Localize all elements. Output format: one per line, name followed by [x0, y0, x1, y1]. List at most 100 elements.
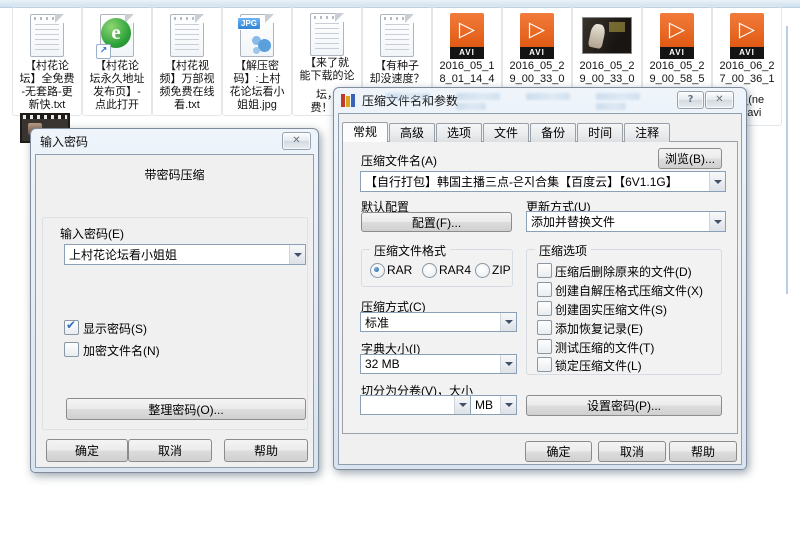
- password-input-label: 输入密码(E): [60, 225, 124, 242]
- help-button[interactable]: 帮助: [224, 439, 308, 462]
- chevron-down-icon[interactable]: [500, 396, 516, 414]
- close-icon[interactable]: ✕: [282, 132, 311, 150]
- close-icon[interactable]: ✕: [705, 91, 734, 109]
- chevron-down-icon[interactable]: [500, 355, 516, 373]
- ok-button[interactable]: 确定: [525, 441, 592, 462]
- play-icon: [520, 13, 554, 47]
- desktop-icon-jpg-password[interactable]: JPG 【解压密码】:上村 花论坛看小姐姐.jpg: [222, 6, 292, 116]
- desktop-icon-txt-video[interactable]: 【村花视频】万部视 频免费在线看.txt: [152, 6, 222, 116]
- help-icon[interactable]: ?: [677, 91, 704, 109]
- play-icon: [450, 13, 484, 47]
- glass-ghost-text: [386, 93, 430, 100]
- radio-rar4[interactable]: [422, 263, 437, 278]
- glass-ghost-text: [596, 103, 626, 110]
- play-icon: [660, 13, 694, 47]
- option-sfx-label[interactable]: 创建自解压格式压缩文件(X): [555, 282, 703, 299]
- split-unit-select[interactable]: MB: [470, 395, 517, 415]
- tab-time[interactable]: 时间: [577, 123, 623, 142]
- archive-dialog-body: 常规 高级 选项 文件 备份 时间 注释 压缩文件名(A) 浏览(B)... 【…: [338, 113, 742, 465]
- avi-file-icon: AVI: [520, 13, 554, 59]
- text-file-icon: [30, 14, 64, 57]
- tab-strip: 常规 高级 选项 文件 备份 时间 注释: [342, 123, 671, 142]
- glass-ghost-text: [526, 93, 570, 100]
- radio-rar-label[interactable]: RAR: [387, 263, 412, 277]
- encrypt-filenames-checkbox[interactable]: [64, 342, 79, 357]
- glass-ghost-text: [596, 93, 640, 100]
- icon-label: 2016_05_29_00_58_5: [649, 60, 704, 86]
- icon-label: 2016_05_18_01_14_4: [439, 60, 494, 86]
- option-sfx-checkbox[interactable]: [537, 282, 552, 297]
- browse-button[interactable]: 浏览(B)...: [658, 148, 722, 169]
- password-dialog-body: 带密码压缩 输入密码(E) 上村花论坛看小姐姐 显示密码(S) 加密文件名(N)…: [35, 154, 314, 468]
- split-size-input[interactable]: [360, 395, 471, 415]
- update-mode-select[interactable]: 添加并替换文件: [526, 211, 726, 232]
- radio-rar[interactable]: [370, 263, 385, 278]
- cancel-button[interactable]: 取消: [128, 439, 212, 462]
- play-icon: [730, 13, 764, 47]
- help-button[interactable]: 帮助: [669, 441, 737, 462]
- tab-advanced[interactable]: 高级: [389, 123, 435, 142]
- profile-button[interactable]: 配置(F)...: [361, 212, 512, 232]
- tab-backup[interactable]: 备份: [530, 123, 576, 142]
- text-file-icon: [380, 14, 414, 57]
- password-dialog-titlebar[interactable]: 输入密码: [31, 129, 318, 154]
- video-thumbnail-icon: [582, 17, 632, 54]
- option-delete-files-label[interactable]: 压缩后删除原来的文件(D): [555, 263, 692, 280]
- option-lock-label[interactable]: 锁定压缩文件(L): [555, 357, 642, 374]
- dictionary-select[interactable]: 32 MB: [360, 354, 517, 374]
- set-password-button[interactable]: 设置密码(P)...: [526, 395, 722, 416]
- ok-button[interactable]: 确定: [46, 439, 128, 462]
- text-file-icon: [170, 14, 204, 57]
- winrar-icon: [341, 94, 357, 107]
- icon-label: 【村花视频】万部视 频免费在线看.txt: [160, 60, 215, 112]
- options-group: 压缩选项 压缩后删除原来的文件(D) 创建自解压格式压缩文件(X) 创建固实压缩…: [526, 249, 722, 375]
- option-test-label[interactable]: 测试压缩的文件(T): [555, 339, 654, 356]
- icon-label: 【村花论坛永久地址 发布页】-点此打开: [90, 60, 145, 112]
- cancel-button[interactable]: 取消: [598, 441, 666, 462]
- chevron-down-icon[interactable]: [709, 212, 725, 231]
- desktop-icon-txt-forum[interactable]: 【村花论坛】全免费 -无套路-更新快.txt: [12, 6, 82, 116]
- format-group: 压缩文件格式 RAR RAR4 ZIP: [361, 249, 513, 287]
- option-solid-checkbox[interactable]: [537, 301, 552, 316]
- options-group-label: 压缩选项: [535, 242, 591, 259]
- option-recovery-label[interactable]: 添加恢复记录(E): [555, 320, 643, 337]
- tab-comment[interactable]: 注释: [624, 123, 670, 142]
- encrypt-filenames-label[interactable]: 加密文件名(N): [83, 342, 160, 359]
- shortcut-arrow-icon: [96, 44, 111, 59]
- tab-files[interactable]: 文件: [483, 123, 529, 142]
- radio-rar4-label[interactable]: RAR4: [439, 263, 471, 277]
- option-solid-label[interactable]: 创建固实压缩文件(S): [555, 301, 667, 318]
- glass-ghost-text: [456, 93, 500, 100]
- icon-label: 2016_05_29_00_33_0: [509, 60, 564, 86]
- desktop-icon-browser-shortcut[interactable]: 【村花论坛永久地址 发布页】-点此打开: [82, 6, 152, 116]
- tab-general[interactable]: 常规: [342, 122, 388, 142]
- format-group-label: 压缩文件格式: [370, 242, 450, 259]
- archive-name-label: 压缩文件名(A): [361, 152, 437, 169]
- text-file-icon: [310, 13, 344, 56]
- password-dialog-heading: 带密码压缩: [36, 166, 313, 183]
- browser-e-icon: [100, 14, 134, 57]
- tab-options[interactable]: 选项: [436, 123, 482, 142]
- organize-passwords-button[interactable]: 整理密码(O)...: [66, 398, 306, 420]
- icon-label: 【有种子却没速度？: [370, 60, 425, 86]
- chevron-down-icon[interactable]: [454, 396, 470, 414]
- password-input[interactable]: 上村花论坛看小姐姐: [64, 244, 306, 265]
- radio-zip-label[interactable]: ZIP: [492, 263, 511, 277]
- window-edge-line: [786, 26, 788, 294]
- option-delete-files-checkbox[interactable]: [537, 263, 552, 278]
- show-password-label[interactable]: 显示密码(S): [83, 320, 147, 337]
- radio-zip[interactable]: [475, 263, 490, 278]
- option-test-checkbox[interactable]: [537, 339, 552, 354]
- chevron-down-icon[interactable]: [500, 313, 516, 331]
- show-password-checkbox[interactable]: [64, 320, 79, 335]
- icon-label: 【村花论坛】全免费 -无套路-更新快.txt: [20, 60, 75, 112]
- chevron-down-icon[interactable]: [289, 245, 305, 264]
- avi-file-icon: AVI: [450, 13, 484, 59]
- archive-dialog: 压缩文件名和参数 ? ✕ 常规 高级 选项 文件 备份 时间 注释 压缩文件名(…: [333, 87, 747, 470]
- archive-name-input[interactable]: 【自行打包】韩国主播三点-은지合集【百度云】【6V1.1G】: [360, 171, 726, 192]
- jpg-file-icon: JPG: [240, 14, 274, 57]
- option-recovery-checkbox[interactable]: [537, 320, 552, 335]
- option-lock-checkbox[interactable]: [537, 357, 552, 372]
- chevron-down-icon[interactable]: [709, 172, 725, 191]
- method-select[interactable]: 标准: [360, 312, 517, 332]
